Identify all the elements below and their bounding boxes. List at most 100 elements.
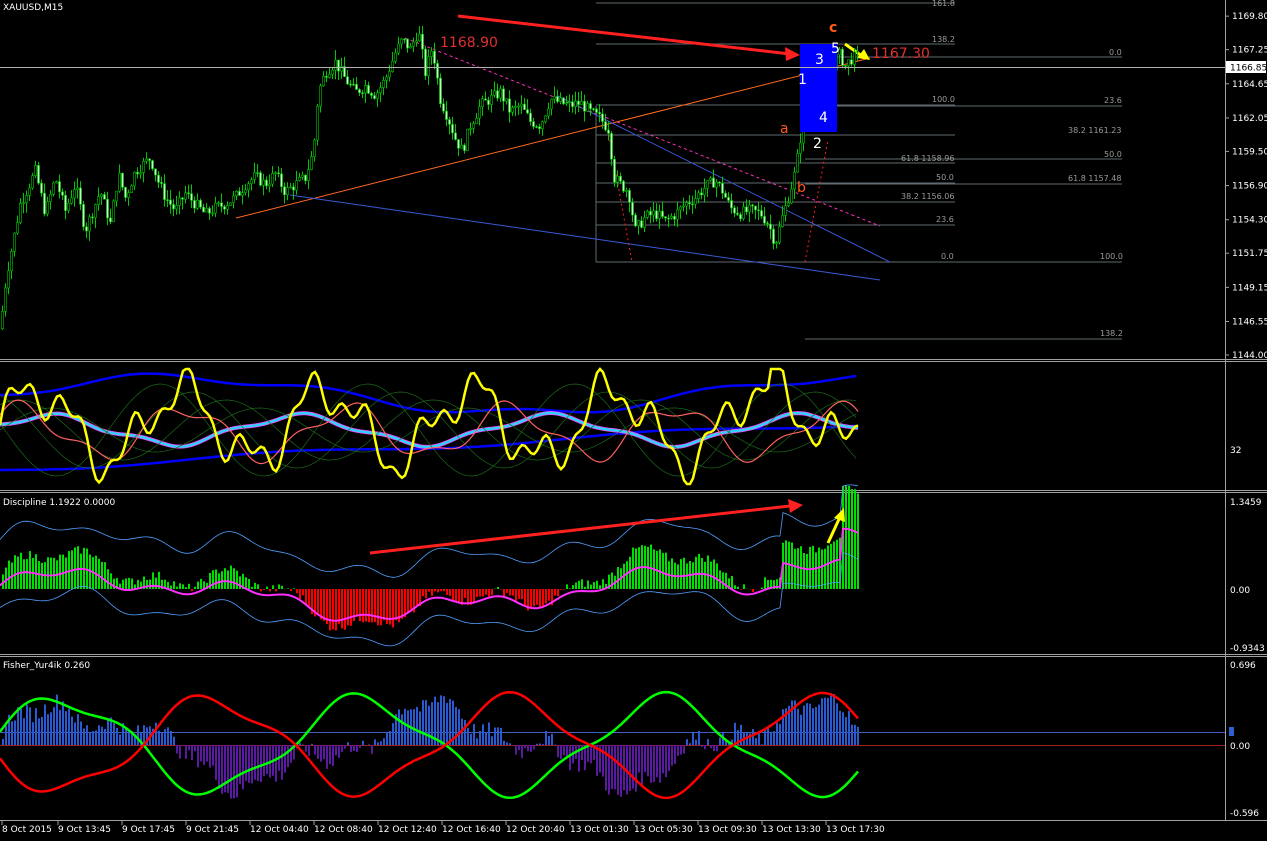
candle-body <box>541 121 544 129</box>
discipline-bar <box>251 586 253 589</box>
fisher-axis-tick: 0.00 <box>1230 742 1250 752</box>
fisher-bar <box>833 693 835 745</box>
discipline-bar <box>8 560 10 589</box>
candle-body <box>289 186 292 189</box>
time-axis-label: 13 Oct 05:30 <box>634 825 693 835</box>
current-price-value: 1166.85 <box>1230 64 1267 74</box>
candle-body <box>481 98 484 107</box>
candle-body <box>580 101 583 105</box>
time-axis-label: 12 Oct 12:40 <box>378 825 437 835</box>
candle-body <box>385 76 388 81</box>
candle-body <box>535 126 538 128</box>
discipline-bar <box>359 589 361 622</box>
fisher-bar <box>842 712 844 745</box>
candle-body <box>406 38 409 49</box>
fisher-bar <box>467 727 469 745</box>
fisher-bar <box>632 745 634 789</box>
candle-body <box>574 100 577 107</box>
fisher-bar <box>32 722 34 745</box>
fisher-bar <box>263 745 265 777</box>
fisher-bar <box>83 728 85 745</box>
candle-body <box>778 226 781 243</box>
candle-body <box>202 206 205 213</box>
discipline-bar <box>827 545 829 589</box>
discipline-bar <box>191 589 193 592</box>
candle-body <box>751 204 754 207</box>
fib-label: 61.8 1157.48 <box>1068 174 1121 183</box>
fisher-bar <box>827 697 829 745</box>
discipline-bar <box>440 589 442 592</box>
chart-canvas[interactable]: 1169.80 1167.25 1164.65 1162.05 1159.50 1156.… <box>0 0 1267 841</box>
fib-label: 0.0 <box>941 252 954 261</box>
target-price-label: 1167.30 <box>872 46 930 62</box>
discipline-bar <box>365 589 367 622</box>
discipline-bar <box>431 589 433 596</box>
candle-body <box>76 187 79 190</box>
candle-body <box>703 187 706 196</box>
fisher-bar <box>695 739 697 745</box>
candle-body <box>214 202 217 214</box>
discipline-bar <box>296 589 298 594</box>
discipline-bar <box>410 589 412 610</box>
price-axis-tick: 1149.15 <box>1232 283 1267 293</box>
candle-body <box>46 201 49 215</box>
candle-body <box>370 93 373 96</box>
discipline-bar <box>485 589 487 595</box>
fisher-bar <box>809 703 811 745</box>
fisher-bar <box>509 743 511 745</box>
fisher-axis-tick: -0.596 <box>1230 809 1259 819</box>
candle-body <box>232 195 235 203</box>
time-axis-label: 12 Oct 20:40 <box>506 825 565 835</box>
candle-body <box>679 206 682 211</box>
candle-body <box>169 199 172 205</box>
fisher-bar <box>806 703 808 745</box>
fisher-bar <box>230 745 232 799</box>
candle-body <box>454 132 457 140</box>
candle-body <box>700 192 703 196</box>
fisher-bar <box>89 732 91 745</box>
fisher-bar <box>353 745 355 752</box>
discipline-bar <box>530 589 532 609</box>
fib-label: 100.0 <box>932 95 955 104</box>
candle-body <box>688 202 691 205</box>
discipline-bar <box>194 586 196 589</box>
candle-body <box>394 52 397 62</box>
fisher-bar <box>656 745 658 778</box>
candle-body <box>649 211 652 216</box>
discipline-bar <box>53 557 55 589</box>
discipline-bar <box>341 589 343 629</box>
price-axis-tick: 1154.30 <box>1232 216 1267 226</box>
fisher-bar <box>800 714 802 745</box>
discipline-bar <box>794 548 796 589</box>
discipline-bar <box>437 589 439 593</box>
fib-label: 0.0 <box>1109 48 1122 57</box>
discipline-bar <box>293 588 295 589</box>
fisher-bar <box>368 744 370 745</box>
discipline-bar <box>458 589 460 603</box>
candle-body <box>712 177 715 188</box>
candle-body <box>487 99 490 105</box>
candle-body <box>70 197 73 204</box>
discipline-bar <box>722 572 724 589</box>
fisher-bar <box>836 703 838 745</box>
discipline-bar <box>59 554 61 589</box>
candle-body <box>10 251 13 272</box>
discipline-bar <box>350 589 352 626</box>
fisher-bar <box>698 730 700 745</box>
candle-body <box>628 190 631 203</box>
discipline-bar <box>764 577 766 589</box>
discipline-bar <box>122 579 124 589</box>
candle-body <box>742 206 745 220</box>
candle-body <box>166 199 169 201</box>
candle-body <box>595 108 598 113</box>
discipline-bar <box>692 562 694 589</box>
fisher-bar <box>80 721 82 745</box>
fisher-bar <box>14 720 16 745</box>
fisher-bar <box>191 745 193 761</box>
fisher-bar <box>59 709 61 745</box>
candle-body <box>418 33 421 42</box>
candle-body <box>346 76 349 85</box>
discipline-bar <box>272 585 274 589</box>
fisher-bar <box>65 711 67 745</box>
fisher-bar <box>239 745 241 785</box>
